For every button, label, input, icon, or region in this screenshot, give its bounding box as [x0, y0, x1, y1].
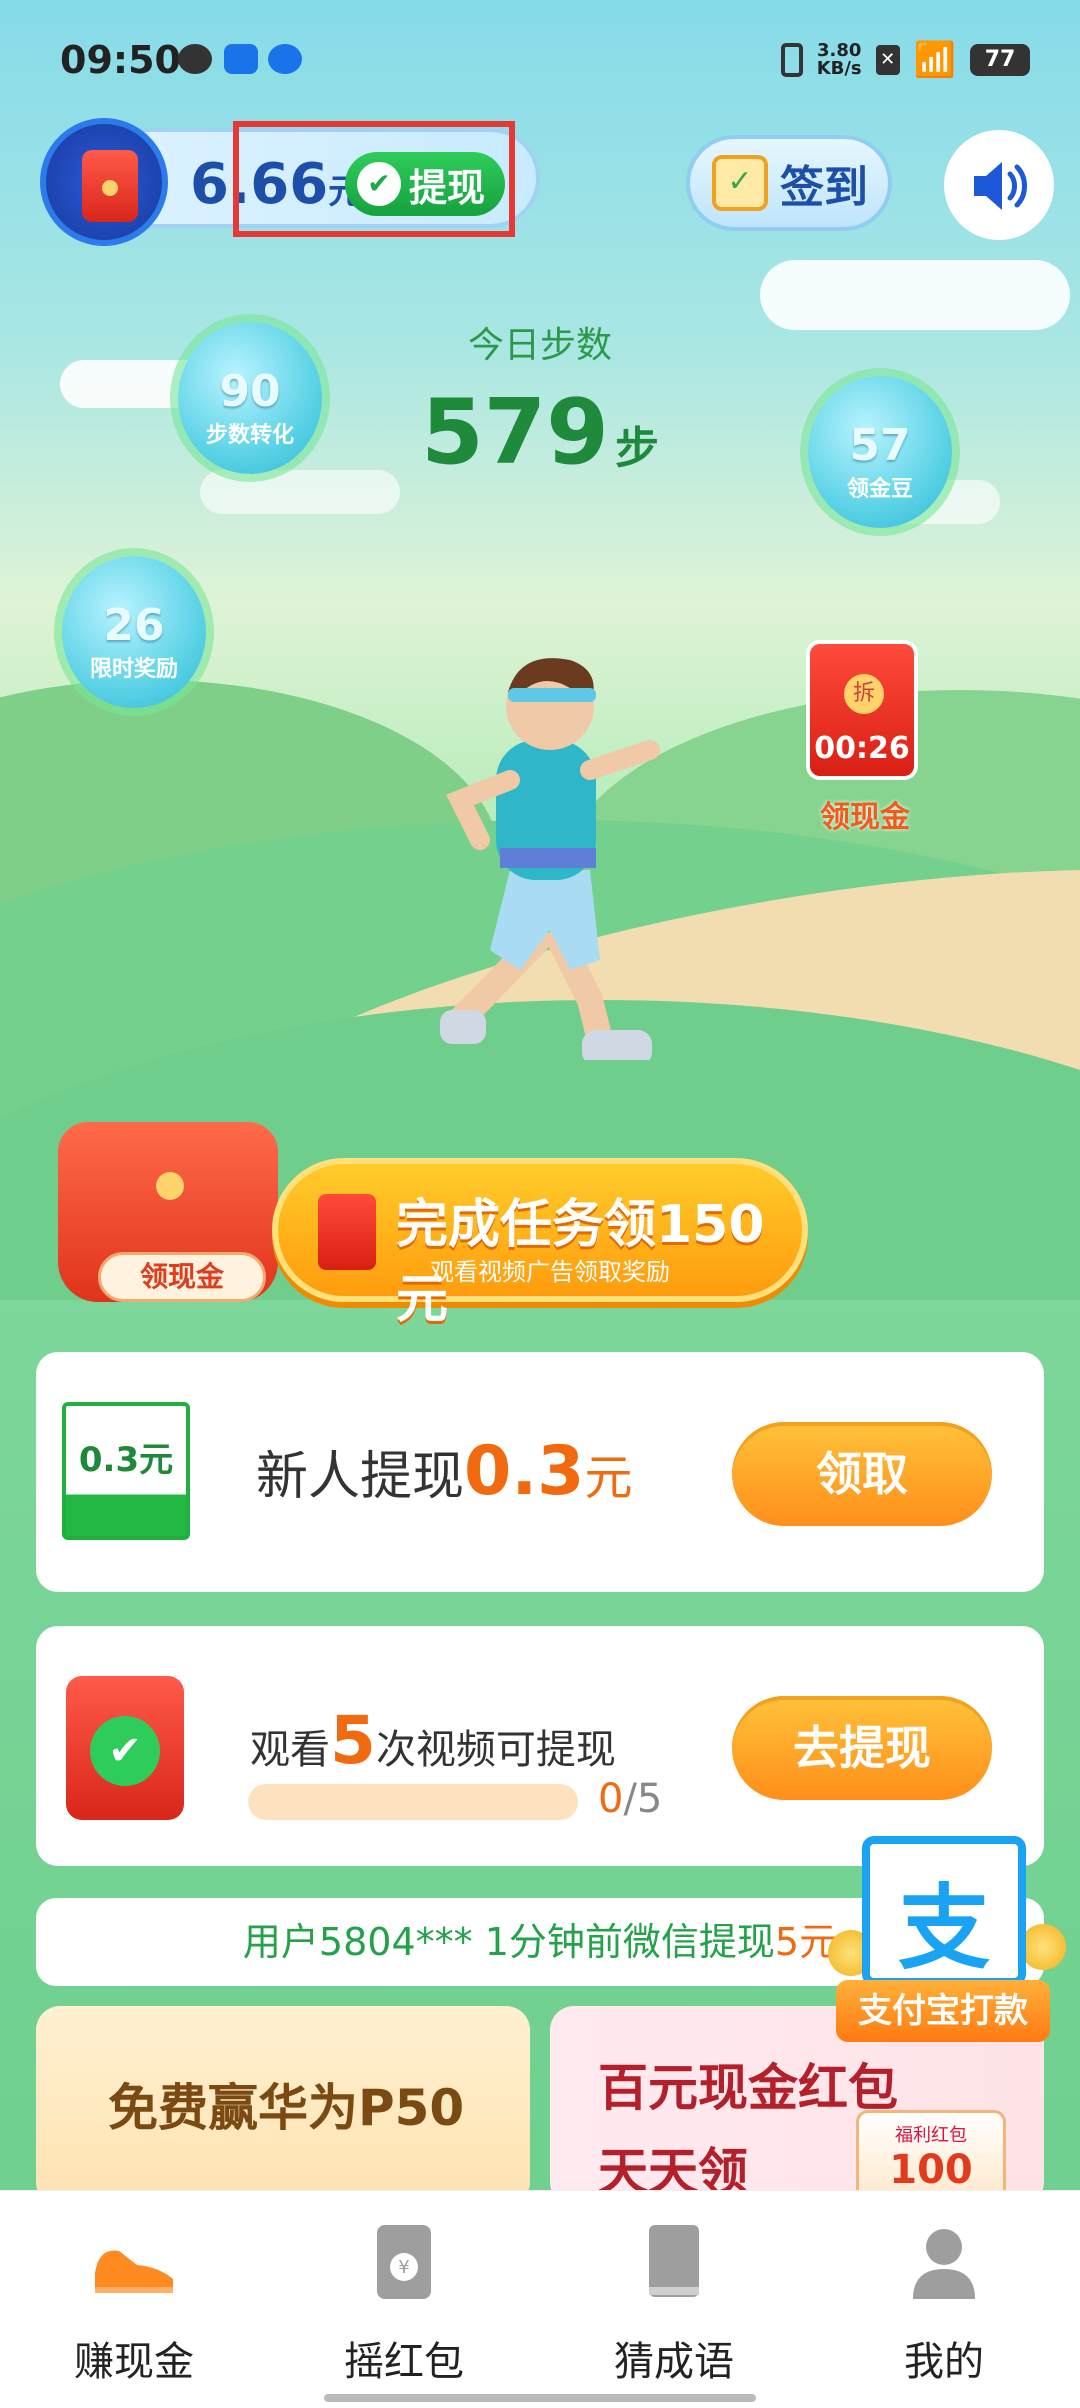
- bag-clasp: [156, 1172, 184, 1200]
- task-subtitle: 观看视频广告领取奖励: [430, 1258, 670, 1286]
- reward-bubble-steps[interactable]: 90 步数转化: [178, 322, 322, 474]
- steps-unit: 步: [614, 423, 659, 474]
- bag-label[interactable]: 领现金: [98, 1252, 266, 1302]
- bubble-label: 领金豆: [846, 477, 913, 502]
- shoe: [440, 1010, 486, 1044]
- packet-seal: 拆: [844, 674, 884, 714]
- nav-label: 摇红包: [344, 2339, 464, 2385]
- home-indicator[interactable]: [324, 2394, 756, 2402]
- video-count: 5: [330, 1702, 376, 1779]
- net-speed-unit: KB/s: [816, 58, 862, 79]
- nav-mine[interactable]: 我的: [834, 2217, 1054, 2387]
- runner-character: [440, 658, 660, 1060]
- mini-red-packet-icon: [318, 1194, 376, 1270]
- no-sim-icon: ✕: [875, 45, 900, 75]
- bottom-nav: 赚现金 ¥ 摇红包 猜成语 我的: [0, 2190, 1080, 2408]
- newuser-text: 新人提现0.3元: [256, 1432, 633, 1511]
- newuser-withdraw-card: 0.3元 新人提现0.3元 领取: [36, 1352, 1044, 1592]
- reward-bubble-beans[interactable]: 57 领金豆: [808, 376, 952, 528]
- app-notification-icon: [224, 44, 258, 74]
- progress-done: 0: [598, 1776, 624, 1822]
- bubble-value: 57: [849, 420, 911, 471]
- shoe: [582, 1030, 652, 1060]
- video-prefix: 观看: [250, 1727, 330, 1773]
- steps-label: 今日步数: [467, 325, 612, 366]
- ticket-value: 0.3元: [78, 1440, 174, 1480]
- nav-label: 猜成语: [614, 2339, 734, 2385]
- signin-button[interactable]: ✓ 签到: [686, 135, 892, 231]
- steps-value: 579: [421, 380, 609, 485]
- video-task-text: 观看5次视频可提现: [250, 1702, 616, 1779]
- nav-earn-cash[interactable]: 赚现金: [24, 2217, 244, 2387]
- svg-text:¥: ¥: [398, 2257, 409, 2278]
- bubble-value: 90: [219, 366, 281, 417]
- newuser-unit: 元: [584, 1450, 633, 1506]
- video-suffix: 次视频可提现: [375, 1727, 616, 1773]
- packet-countdown: 00:26: [814, 731, 910, 766]
- balance-avatar[interactable]: [40, 118, 168, 246]
- wechat-red-packet-icon: ✔: [66, 1676, 184, 1820]
- signin-label: 签到: [780, 162, 868, 213]
- coin-icon: [1020, 1924, 1066, 1970]
- sneaker-icon: [89, 2217, 179, 2307]
- coupon-value: 100: [889, 2147, 973, 2193]
- video-progress-bar: [248, 1784, 578, 1820]
- nav-label: 我的: [904, 2339, 984, 2385]
- alipay-float-button[interactable]: 支: [862, 1836, 1026, 1986]
- reward-bubble-limited[interactable]: 26 限时奖励: [62, 556, 206, 708]
- promo-redpacket-line1: 百元现金红包: [598, 2059, 898, 2117]
- user-icon: [899, 2217, 989, 2307]
- task-banner-button[interactable]: 完成任务领150元 观看视频广告领取奖励: [272, 1158, 808, 1330]
- coupon-title: 福利红包: [895, 2125, 967, 2146]
- timed-red-packet[interactable]: 拆 00:26: [806, 640, 918, 780]
- status-time: 09:50: [60, 38, 181, 82]
- app-notification-icon: [178, 44, 212, 74]
- bubble-value: 26: [103, 600, 165, 651]
- promo-huawei-tile[interactable]: 免费赢华为P50: [36, 2006, 530, 2206]
- nav-label: 赚现金: [74, 2339, 194, 2385]
- network-speed: 3.80 KB/s: [817, 42, 862, 78]
- sound-toggle-button[interactable]: [944, 130, 1054, 240]
- newuser-amount: 0.3: [464, 1432, 585, 1511]
- calendar-icon: ✓: [712, 155, 768, 211]
- battery-icon: 77: [970, 44, 1030, 76]
- nav-shake-packet[interactable]: ¥ 摇红包: [294, 2217, 514, 2387]
- cash-ticket-icon: 0.3元: [62, 1402, 190, 1540]
- go-withdraw-button[interactable]: 去提现: [732, 1696, 992, 1800]
- timed-packet-label[interactable]: 领现金: [800, 792, 930, 836]
- promo-huawei-title: 免费赢华为P50: [108, 2079, 465, 2137]
- ticker-text: 用户5804*** 1分钟前微信提现: [242, 1920, 775, 1964]
- app-notification-icon: [268, 44, 302, 74]
- red-packet-icon: ¥: [359, 2217, 449, 2307]
- book-icon: [629, 2217, 719, 2307]
- newuser-prefix: 新人提现: [256, 1447, 465, 1507]
- video-progress-text: 0/5: [598, 1776, 662, 1822]
- video-withdraw-card: ✔ 观看5次视频可提现 0/5 去提现: [36, 1626, 1044, 1866]
- wifi-icon: 📶: [913, 40, 956, 80]
- nav-idiom-guess[interactable]: 猜成语: [564, 2217, 784, 2387]
- vibrate-icon: [780, 43, 803, 77]
- bubble-label: 限时奖励: [89, 657, 178, 682]
- alipay-label[interactable]: 支付宝打款: [836, 1980, 1050, 2042]
- status-bar: 09:50 3.80 KB/s ✕ 📶 77: [0, 0, 1080, 120]
- red-packet-icon: [82, 150, 138, 222]
- highlight-box: [233, 121, 515, 237]
- alipay-icon: 支: [897, 1875, 990, 1982]
- progress-total: /5: [623, 1776, 663, 1822]
- speaker-icon: [974, 162, 1027, 210]
- claim-button[interactable]: 领取: [732, 1422, 992, 1526]
- wechat-icon: ✔: [90, 1716, 160, 1786]
- bubble-label: 步数转化: [205, 423, 294, 448]
